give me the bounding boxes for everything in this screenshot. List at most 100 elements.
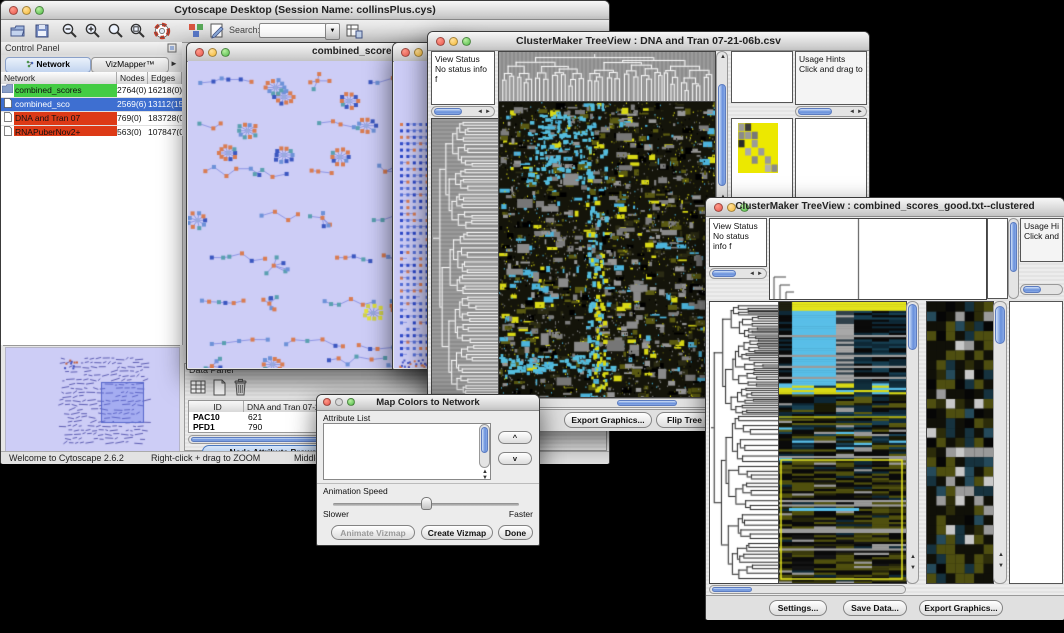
row-dendrogram[interactable] — [431, 118, 499, 398]
treeview-dna-column-labels — [731, 51, 793, 103]
treeview-dna-title-bar[interactable]: ClusterMaker TreeView : DNA and Tran 07-… — [428, 32, 869, 51]
id-column-header[interactable]: ID — [189, 401, 244, 412]
save-session-icon[interactable] — [33, 22, 51, 40]
view-status-scrollbar[interactable]: ◄ ► — [431, 106, 495, 117]
main-title-bar[interactable]: Cytoscape Desktop (Session Name: collins… — [1, 1, 609, 20]
usage-hints-scrollbar[interactable]: ◄ ► — [795, 106, 867, 117]
scroll-up-arrow[interactable]: ▲ — [998, 552, 1004, 559]
zoom-fit-icon[interactable] — [107, 22, 125, 40]
heatmap-vscrollbar[interactable]: ▲ ▼ — [906, 301, 919, 584]
column-dendrogram-area[interactable] — [769, 218, 987, 300]
tab-network[interactable]: Network — [5, 57, 91, 73]
view-status-title: View Status — [713, 221, 763, 231]
scroll-thumb[interactable] — [481, 427, 488, 453]
save-data-button[interactable]: Save Data... — [843, 600, 907, 616]
scroll-thumb[interactable] — [712, 587, 752, 592]
tab-vizmapper[interactable]: VizMapper™ — [91, 57, 169, 73]
birdseye-view[interactable] — [3, 345, 180, 452]
scroll-up-arrow[interactable]: ▲ — [720, 54, 726, 61]
network-name: combined_sco — [14, 98, 117, 111]
scroll-down-arrow[interactable]: ▼ — [910, 565, 916, 572]
scroll-thumb[interactable] — [1023, 286, 1041, 293]
network-table-row[interactable]: combined_sco 2569(6) 13112(15) — [1, 98, 182, 112]
birdseye-canvas[interactable] — [5, 347, 180, 452]
control-panel-tabs: Network VizMapper™ ► — [1, 55, 182, 73]
network-name: combined_scores — [14, 84, 117, 97]
close-button[interactable] — [401, 48, 410, 57]
settings-button[interactable]: Settings... — [769, 600, 827, 616]
export-graphics-button[interactable]: Export Graphics... — [919, 600, 1003, 616]
network-table-header: Network Nodes Edges — [1, 72, 182, 84]
network-table-row[interactable]: combined_scores 2764(0) 16218(0) — [1, 84, 182, 98]
treeview-combined-title-bar[interactable]: ClusterMaker TreeView : combined_scores_… — [706, 198, 1064, 217]
scroll-thumb[interactable] — [798, 108, 832, 115]
global-matrix-thumbnail[interactable] — [738, 123, 778, 173]
attribute-row-id: PAC10 — [189, 412, 244, 422]
attribute-list-scrollbar[interactable] — [479, 424, 490, 468]
usage-hints-scrollbar[interactable] — [1020, 284, 1063, 295]
scroll-thumb[interactable] — [617, 400, 677, 406]
move-up-button[interactable]: ^ — [498, 431, 532, 444]
scroll-right-arrow[interactable]: ► — [757, 271, 763, 278]
dialog-title-bar[interactable]: Map Colors to Network — [317, 395, 539, 411]
desktop-background: Cytoscape Desktop (Session Name: collins… — [0, 0, 1064, 633]
control-panel-title: Control Panel — [5, 43, 60, 53]
attribute-select-icon[interactable] — [190, 379, 207, 396]
tab-overflow-arrow[interactable]: ► — [170, 59, 178, 68]
delete-attribute-icon[interactable] — [232, 378, 249, 397]
row-dendrogram[interactable] — [709, 301, 779, 584]
float-panel-icon[interactable] — [167, 43, 177, 53]
scroll-right-arrow[interactable]: ► — [857, 109, 863, 116]
animation-speed-slider-thumb[interactable] — [421, 497, 432, 510]
open-file-icon[interactable] — [9, 22, 27, 40]
done-button[interactable]: Done — [498, 525, 533, 540]
new-attribute-icon[interactable] — [211, 379, 228, 396]
scroll-left-arrow[interactable]: ◄ — [477, 109, 483, 116]
scroll-right-arrow[interactable]: ► — [485, 109, 491, 116]
import-table-icon[interactable] — [345, 22, 363, 40]
scroll-thumb[interactable] — [1010, 222, 1017, 272]
heatmap-canvas[interactable] — [498, 101, 716, 398]
create-vizmap-button[interactable]: Create Vizmap — [421, 525, 493, 540]
export-graphics-button[interactable]: Export Graphics... — [564, 412, 652, 428]
annotation-icon[interactable] — [208, 22, 226, 40]
column-dendrogram[interactable] — [498, 51, 716, 102]
scroll-down-arrow[interactable]: ▼ — [482, 475, 488, 482]
search-dropdown-arrow[interactable]: ▼ — [325, 23, 340, 40]
animate-vizmap-button[interactable]: Animate Vizmap — [331, 525, 415, 540]
column-labels-scrollbar[interactable] — [1008, 218, 1019, 299]
status-welcome: Welcome to Cytoscape 2.6.2 — [9, 453, 124, 463]
scroll-left-arrow[interactable]: ◄ — [849, 109, 855, 116]
network-nodes-count: 769(0) — [117, 112, 148, 125]
bottom-hscrollbar[interactable] — [709, 585, 906, 594]
heatmap-canvas[interactable] — [778, 301, 907, 584]
zoom-out-icon[interactable] — [61, 22, 79, 40]
scroll-thumb[interactable] — [712, 270, 736, 277]
view-status-text: No status info f — [435, 64, 491, 84]
scroll-left-arrow[interactable]: ◄ — [749, 271, 755, 278]
scroll-thumb[interactable] — [718, 84, 726, 186]
global-matrix-panel — [731, 118, 793, 198]
scroll-thumb[interactable] — [995, 306, 1005, 344]
col-network[interactable]: Network — [1, 72, 117, 84]
zoom-selected-icon[interactable] — [129, 22, 147, 40]
vizmap-icon[interactable] — [187, 22, 205, 40]
move-down-button[interactable]: v — [498, 452, 532, 465]
network-name: DNA and Tran 07 — [14, 112, 117, 125]
minimize-button[interactable] — [414, 48, 423, 57]
col-nodes[interactable]: Nodes — [117, 72, 148, 84]
zoom-heatmap-canvas[interactable] — [926, 301, 994, 584]
zoom-in-icon[interactable] — [84, 22, 102, 40]
scroll-thumb[interactable] — [434, 108, 462, 115]
help-lifesaver-icon[interactable] — [153, 22, 171, 40]
col-edges[interactable]: Edges — [148, 72, 182, 84]
usage-hints-panel: Usage Hi Click and — [1020, 218, 1063, 262]
search-input[interactable] — [259, 23, 327, 38]
network-tree-empty-area — [1, 136, 183, 345]
scroll-thumb[interactable] — [908, 304, 917, 350]
view-status-scrollbar[interactable]: ◄ ► — [709, 268, 767, 279]
network-table-row[interactable]: DNA and Tran 07 769(0) 183728(0) — [1, 112, 182, 126]
scroll-up-arrow[interactable]: ▲ — [910, 554, 916, 561]
scroll-down-arrow[interactable]: ▼ — [998, 563, 1004, 570]
gene-list-scrollbar[interactable]: ▲ ▼ — [993, 301, 1007, 584]
